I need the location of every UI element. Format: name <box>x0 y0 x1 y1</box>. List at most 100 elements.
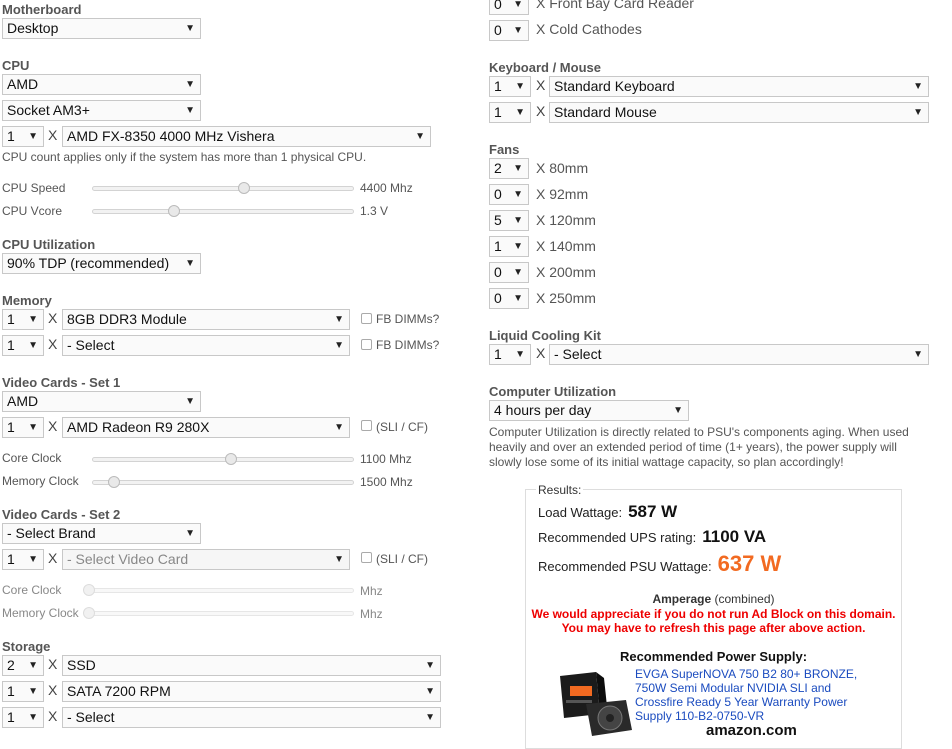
psu-wattage-label: Recommended PSU Wattage: <box>538 559 712 574</box>
liquid-cooling-count-select[interactable]: 1 ▼ <box>489 344 531 365</box>
chevron-down-icon: ▼ <box>28 314 38 325</box>
memory-count-select[interactable]: 1 ▼ <box>2 335 44 356</box>
core-clock-slider[interactable] <box>92 453 354 465</box>
sli-cf-label: (SLI / CF) <box>376 420 429 434</box>
cpu-vcore-label: CPU Vcore <box>2 204 63 218</box>
chevron-down-icon: ▼ <box>28 422 38 433</box>
cpu-speed-slider[interactable] <box>92 182 354 194</box>
chevron-down-icon: ▼ <box>185 105 195 116</box>
mouse-count-select[interactable]: 1 ▼ <box>489 102 531 123</box>
chevron-down-icon: ▼ <box>185 23 195 34</box>
cpu-brand-select[interactable]: AMD ▼ <box>2 74 201 95</box>
load-wattage-label: Load Wattage: <box>538 505 623 520</box>
video-set1-brand-select[interactable]: AMD ▼ <box>2 391 201 412</box>
amperage-row: Amperage (combined) <box>526 592 901 606</box>
recommended-psu-title: Recommended Power Supply: <box>619 649 808 664</box>
load-wattage-row: Load Wattage: 587 W <box>538 502 677 522</box>
video-set2-brand-select[interactable]: - Select Brand ▼ <box>2 523 201 544</box>
chevron-down-icon: ▼ <box>513 215 523 226</box>
chevron-down-icon: ▼ <box>425 712 435 723</box>
cpu-vcore-slider[interactable] <box>92 205 354 217</box>
sli-cf-checkbox[interactable] <box>361 552 372 563</box>
memory-module-select[interactable]: 8GB DDR3 Module ▼ <box>62 309 350 330</box>
fan-count-select[interactable]: 2 ▼ <box>489 158 529 179</box>
storage-count-value: 1 <box>7 709 15 725</box>
storage-count-select[interactable]: 1 ▼ <box>2 681 44 702</box>
sli-cf-checkbox[interactable] <box>361 420 372 431</box>
memory-clock-value: Mhz <box>360 607 383 621</box>
ups-rating-label: Recommended UPS rating: <box>538 530 697 545</box>
chevron-down-icon: ▼ <box>28 712 38 723</box>
mouse-type-select[interactable]: Standard Mouse ▼ <box>549 102 929 123</box>
storage-count-select[interactable]: 1 ▼ <box>2 707 44 728</box>
multiply-sign: X <box>536 103 546 119</box>
adblock-line1: We would appreciate if you do not run Ad… <box>531 607 896 621</box>
results-panel: Results: Load Wattage: 587 W Recommended … <box>525 483 902 749</box>
fan-count-select[interactable]: 0 ▼ <box>489 184 529 205</box>
cpu-model-value: AMD FX-8350 4000 MHz Vishera <box>67 128 275 144</box>
chevron-down-icon: ▼ <box>515 107 525 118</box>
fan-count-select[interactable]: 5 ▼ <box>489 210 529 231</box>
video-set2-card-select[interactable]: - Select Video Card ▼ <box>62 549 350 570</box>
chevron-down-icon: ▼ <box>185 258 195 269</box>
storage-type-select[interactable]: SSD ▼ <box>62 655 441 676</box>
slider-handle[interactable] <box>237 182 250 194</box>
memory-count-select[interactable]: 1 ▼ <box>2 309 44 330</box>
multiply-sign: X <box>536 77 546 93</box>
cpu-utilization-select[interactable]: 90% TDP (recommended) ▼ <box>2 253 201 274</box>
storage-type-select[interactable]: SATA 7200 RPM ▼ <box>62 681 441 702</box>
video-set2-count-select[interactable]: 1 ▼ <box>2 549 44 570</box>
storage-type-value: SATA 7200 RPM <box>67 683 171 699</box>
video-set1-count-select[interactable]: 1 ▼ <box>2 417 44 438</box>
chevron-down-icon: ▼ <box>334 554 344 565</box>
multiply-sign: X <box>536 345 546 361</box>
memory-clock-label: Memory Clock <box>2 606 79 620</box>
front-bay-count-select[interactable]: 0 ▼ <box>489 0 529 15</box>
psu-wattage-value: 637 W <box>717 551 782 576</box>
storage-count-select[interactable]: 2 ▼ <box>2 655 44 676</box>
slider-handle[interactable] <box>224 453 237 465</box>
results-title: Results: <box>536 483 584 497</box>
memory-module-select[interactable]: - Select ▼ <box>62 335 350 356</box>
multiply-sign: X <box>48 682 58 698</box>
chevron-down-icon: ▼ <box>513 293 523 304</box>
chevron-down-icon: ▼ <box>28 131 38 142</box>
cpu-socket-select[interactable]: Socket AM3+ ▼ <box>2 100 201 121</box>
motherboard-select[interactable]: Desktop ▼ <box>2 18 201 39</box>
load-wattage-value: 587 W <box>628 502 678 521</box>
video-set1-card-select[interactable]: AMD Radeon R9 280X ▼ <box>62 417 350 438</box>
multiply-sign: X <box>48 656 58 672</box>
front-bay-count-value: 0 <box>494 0 502 12</box>
fan-count-select[interactable]: 1 ▼ <box>489 236 529 257</box>
motherboard-select-value: Desktop <box>7 20 59 36</box>
amazon-logo[interactable]: amazon.com <box>706 722 797 739</box>
memory-clock-slider[interactable] <box>92 476 354 488</box>
psu-product-image[interactable] <box>556 670 634 740</box>
chevron-down-icon: ▼ <box>334 340 344 351</box>
multiply-sign: X <box>48 310 58 326</box>
fb-dimms-checkbox[interactable] <box>361 313 372 324</box>
keyboard-count-select[interactable]: 1 ▼ <box>489 76 531 97</box>
computer-utilization-note: Computer Utilization is directly related… <box>489 425 909 469</box>
chevron-down-icon: ▼ <box>28 554 38 565</box>
slider-handle[interactable] <box>107 476 120 488</box>
chevron-down-icon: ▼ <box>185 528 195 539</box>
keyboard-type-select[interactable]: Standard Keyboard ▼ <box>549 76 929 97</box>
front-bay-label: X Front Bay Card Reader <box>536 0 694 11</box>
multiply-sign: X <box>48 336 58 352</box>
cpu-model-select[interactable]: AMD FX-8350 4000 MHz Vishera ▼ <box>62 126 431 147</box>
fan-count-select[interactable]: 0 ▼ <box>489 288 529 309</box>
fan-size-label: X 140mm <box>536 238 596 254</box>
fb-dimms-checkbox[interactable] <box>361 339 372 350</box>
fan-size-label: X 92mm <box>536 186 589 202</box>
liquid-cooling-select[interactable]: - Select ▼ <box>549 344 929 365</box>
computer-utilization-select[interactable]: 4 hours per day ▼ <box>489 400 689 421</box>
recommended-psu-link[interactable]: EVGA SuperNOVA 750 B2 80+ BRONZE, 750W S… <box>635 667 857 723</box>
chevron-down-icon: ▼ <box>513 189 523 200</box>
cold-cathodes-count-select[interactable]: 0 ▼ <box>489 20 529 41</box>
cpu-count-select[interactable]: 1 ▼ <box>2 126 44 147</box>
storage-type-select[interactable]: - Select ▼ <box>62 707 441 728</box>
fan-count-select[interactable]: 0 ▼ <box>489 262 529 283</box>
cpu-utilization-value: 90% TDP (recommended) <box>7 255 170 271</box>
slider-handle[interactable] <box>167 205 180 217</box>
